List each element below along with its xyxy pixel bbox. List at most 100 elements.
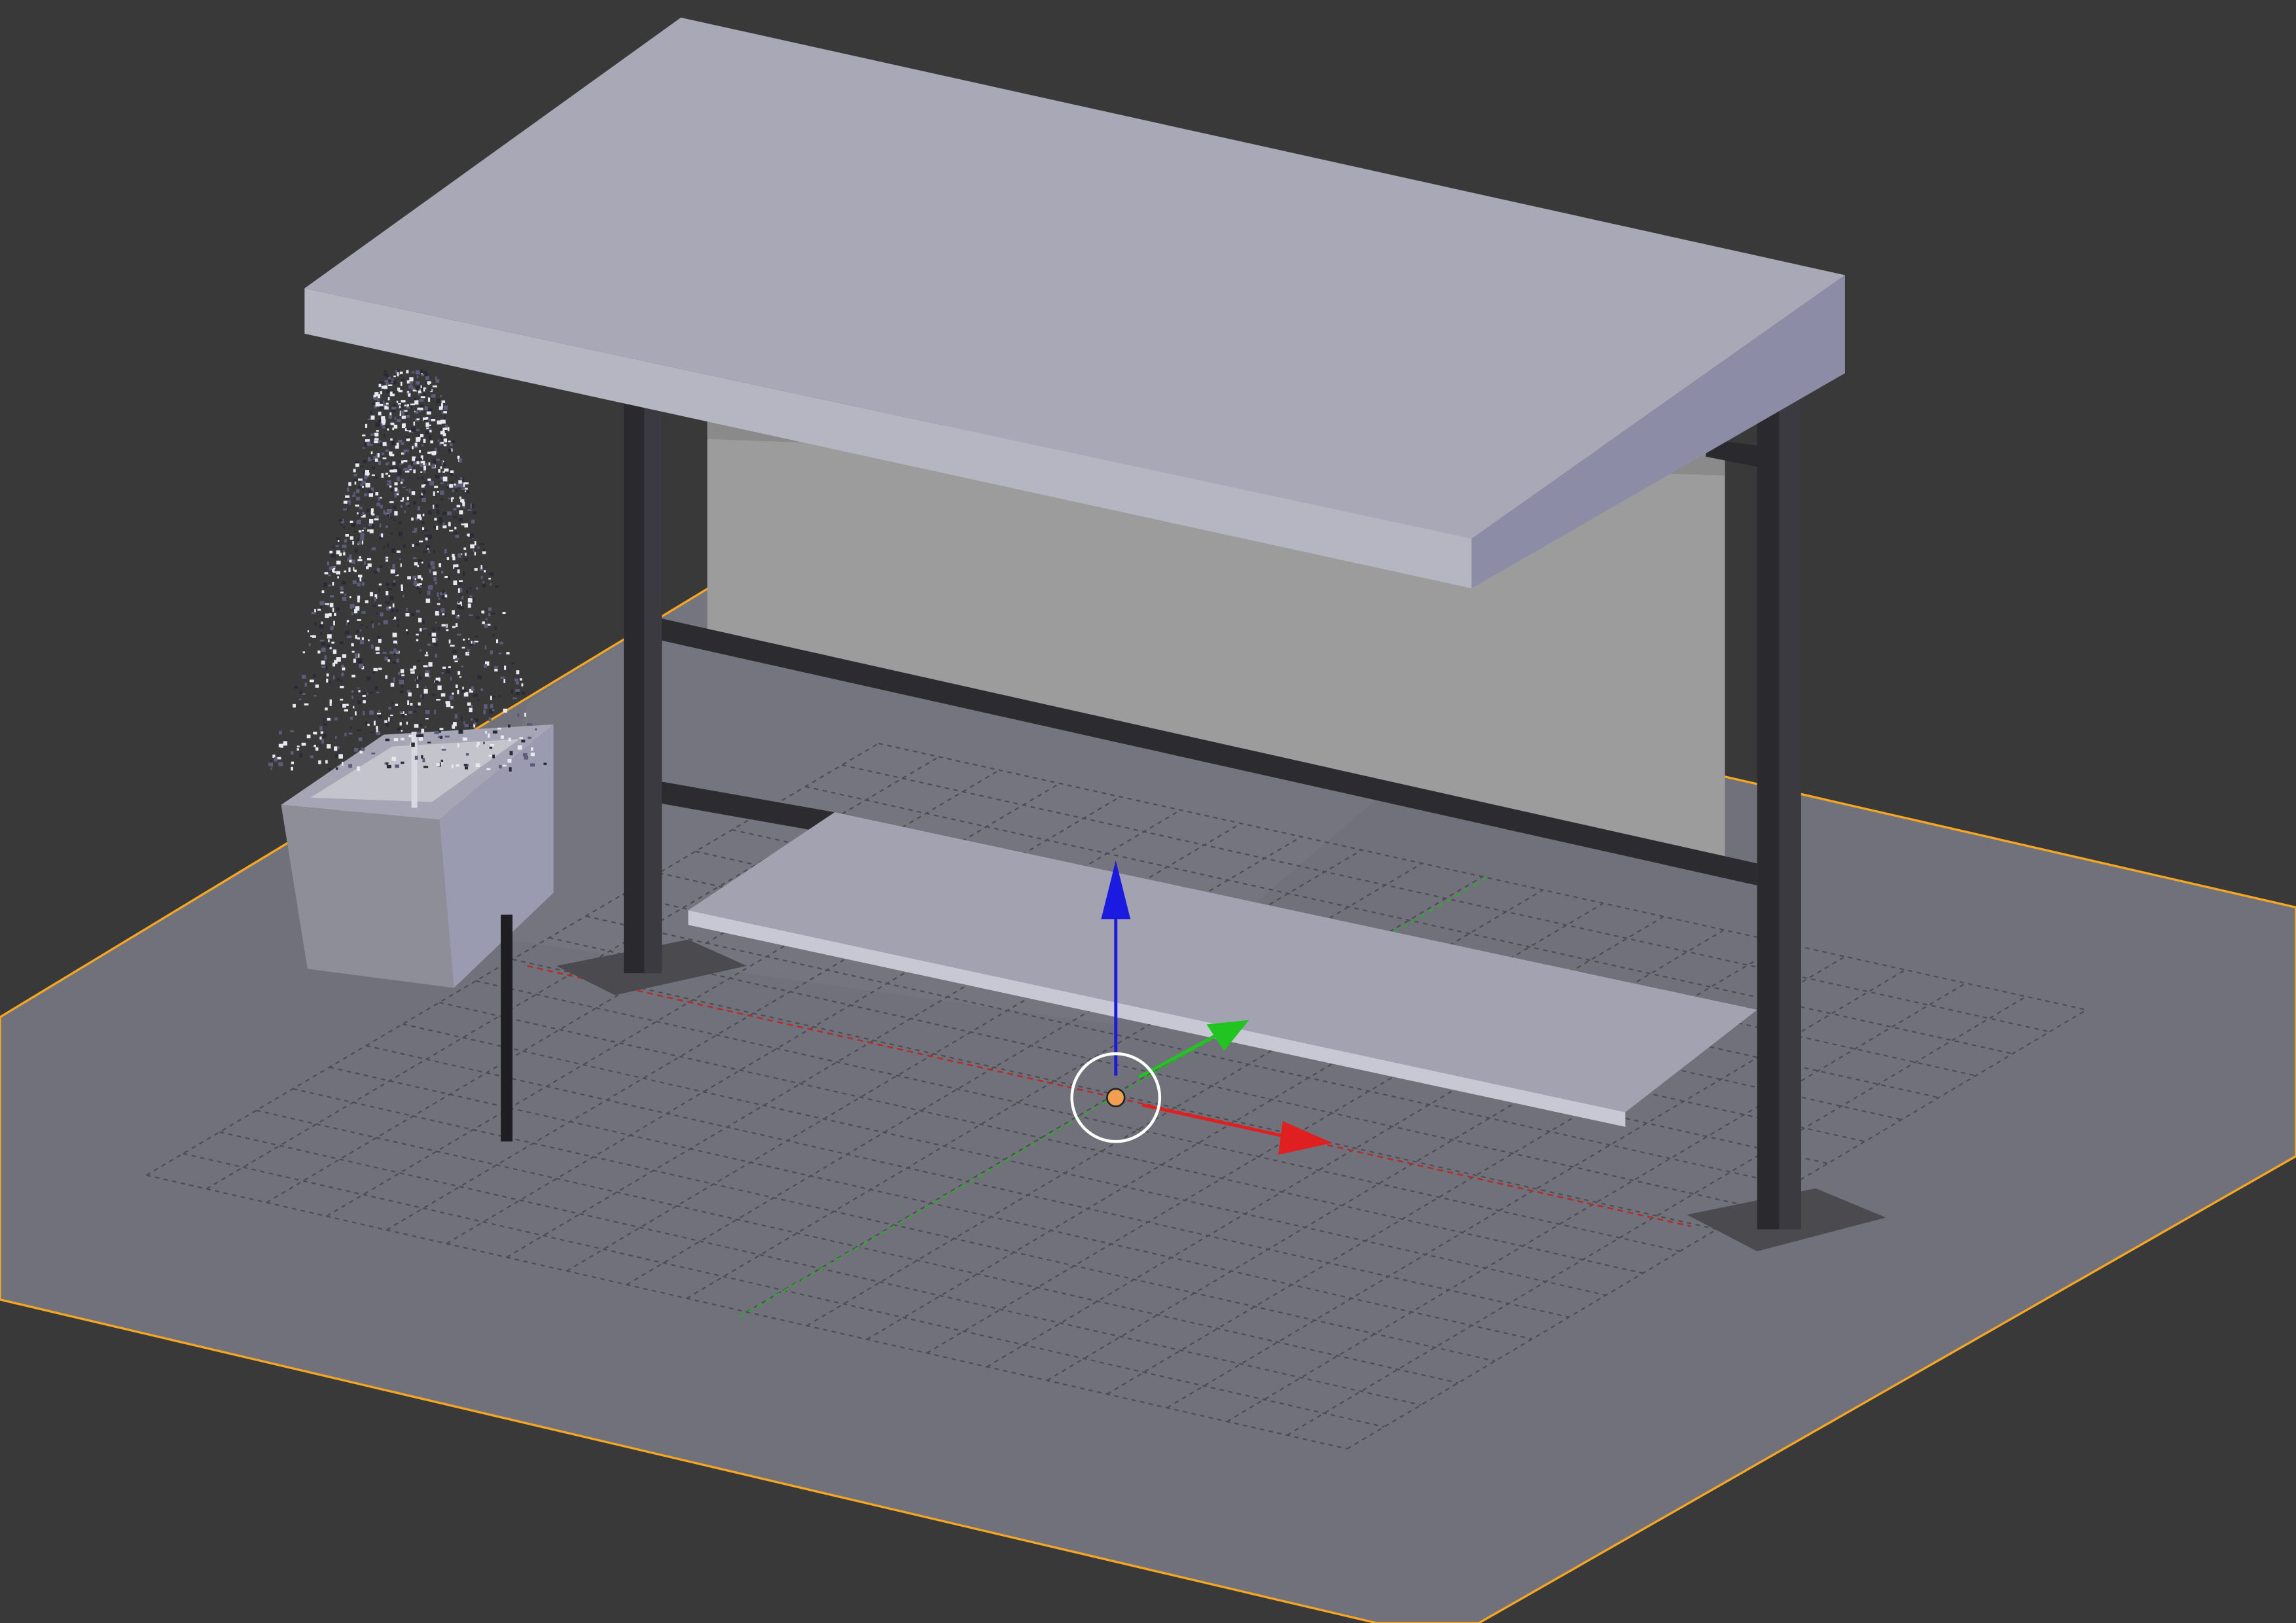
leaf-speck [356,489,360,493]
leaf-speck [521,683,524,687]
leaf-speck [516,692,520,696]
leaf-speck [370,459,372,461]
planter-box-left[interactable] [281,804,454,988]
leaf-speck [491,613,495,615]
leaf-speck [423,393,427,397]
leaf-speck [404,713,407,716]
leaf-speck [435,677,440,681]
leaf-speck [447,511,452,516]
3d-viewport[interactable] [0,0,2296,1623]
leaf-speck [391,440,395,446]
leaf-speck [401,738,404,741]
leaf-speck [296,745,300,748]
leaf-speck [365,600,368,603]
leaf-speck [443,405,448,410]
leaf-speck [367,529,370,532]
leaf-speck [320,731,323,734]
leaf-speck [394,487,398,491]
leaf-speck [389,454,395,457]
leaf-speck [470,544,475,548]
leaf-speck [406,404,410,407]
leaf-speck [423,760,425,762]
leaf-speck [460,593,462,597]
leaf-speck [392,391,395,394]
leaf-speck [455,658,460,660]
leaf-speck [447,427,450,431]
leaf-speck [377,453,380,458]
leaf-speck [434,709,436,715]
leaf-speck [435,653,438,658]
leaf-speck [445,701,450,704]
leaf-speck [386,382,389,385]
leaf-speck [353,523,356,526]
leaf-speck [291,766,293,771]
leaf-speck [378,709,380,712]
leaf-speck [366,566,369,569]
leaf-speck [381,419,386,423]
leaf-speck [435,613,440,616]
leaf-speck [436,762,440,767]
leaf-speck [319,639,324,642]
leaf-speck [334,754,338,758]
leaf-speck [347,635,352,639]
leaf-speck [399,711,403,714]
pole[interactable] [501,914,513,1142]
leaf-speck [386,483,390,486]
leaf-speck [439,520,443,524]
leaf-speck [412,446,414,450]
leaf-speck [495,639,499,643]
leaf-speck [482,551,486,554]
leaf-speck [407,391,409,393]
leaf-speck [498,695,501,698]
leaf-speck [418,559,422,562]
leaf-speck [414,710,418,713]
leaf-speck [344,594,347,596]
leaf-speck [345,630,350,635]
leaf-speck [274,757,278,762]
leaf-speck [442,476,448,482]
leaf-speck [411,427,416,432]
leaf-speck [386,402,389,405]
leaf-speck [448,666,451,669]
leaf-speck [359,507,363,510]
leaf-speck [378,668,382,670]
leaf-speck [375,402,380,407]
leaf-speck [350,717,353,721]
leaf-speck [442,512,447,515]
leaf-speck [508,724,511,728]
leaf-speck [366,676,370,681]
gizmo-pivot-origin[interactable] [1106,1088,1126,1107]
leaf-speck [476,744,478,748]
leaf-speck [386,525,388,529]
leaf-speck [440,442,444,444]
leaf-speck [336,571,340,575]
leaf-speck [401,410,404,415]
leaf-speck [423,665,428,668]
leaf-speck [420,407,423,411]
leaf-speck [401,400,406,402]
leaf-speck [356,497,361,501]
leaf-speck [374,458,378,462]
leaf-speck [406,428,410,431]
leaf-speck [335,736,337,740]
leaf-speck [454,660,458,662]
leaf-speck [423,387,425,392]
leaf-speck [492,755,495,758]
leaf-speck [371,513,375,516]
viewport-canvas[interactable] [0,0,2296,1623]
leaf-speck [381,473,384,478]
leaf-speck [410,403,416,406]
leaf-speck [387,428,389,431]
leaf-speck [342,508,348,511]
leaf-speck [422,694,424,699]
leaf-speck [450,473,453,476]
leaf-speck [413,469,416,474]
leaf-speck [416,429,420,431]
leaf-speck [367,441,370,446]
leaf-speck [301,675,306,679]
leaf-speck [353,469,356,473]
leaf-speck [394,492,397,498]
leaf-speck [414,442,418,447]
leaf-speck [398,671,401,675]
potted-tree[interactable] [268,369,547,772]
